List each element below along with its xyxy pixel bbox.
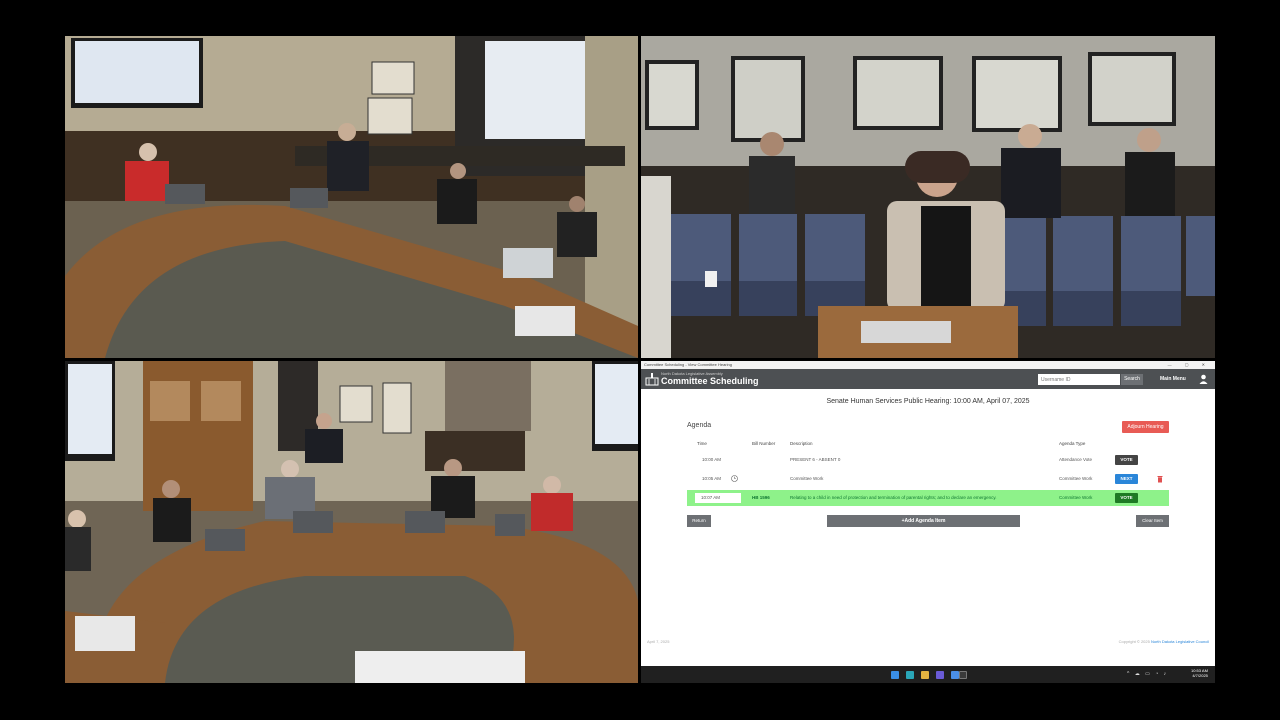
agenda-bill-number[interactable]: HB 1596 xyxy=(752,495,770,500)
camera-feed-committee-room-right xyxy=(65,361,638,683)
column-header-bill-number: Bill Number xyxy=(752,441,776,446)
browser-window-title: Committee Scheduling - View Committee He… xyxy=(644,362,732,367)
agenda-time-input[interactable]: 10:07 AM xyxy=(695,493,741,503)
agenda-description: Committee Work xyxy=(790,476,824,481)
agenda-type: Committee Work xyxy=(1059,495,1093,500)
hearing-title: Senate Human Services Public Hearing: 10… xyxy=(826,398,1030,405)
app-icon[interactable] xyxy=(951,671,959,679)
agenda-row[interactable]: 10:00 AM PRESENT 6 - ABSENT 0 Attendance… xyxy=(687,452,1169,468)
column-header-time: Time xyxy=(697,441,707,446)
window-controls[interactable]: — ▢ ✕ xyxy=(1168,361,1211,369)
edge-browser-icon[interactable] xyxy=(906,671,914,679)
shared-screen-committee-scheduling: Committee Scheduling - View Committee He… xyxy=(641,361,1215,683)
user-icon[interactable] xyxy=(1199,374,1208,384)
vote-button[interactable]: VOTE xyxy=(1115,493,1138,503)
vote-button[interactable]: VOTE xyxy=(1115,455,1138,465)
app-header: North Dakota Legislative Assembly Commit… xyxy=(641,369,1215,389)
legislative-council-link[interactable]: North Dakota Legislative Council xyxy=(1151,639,1209,644)
agenda-heading: Agenda xyxy=(687,422,712,429)
return-button[interactable]: Return xyxy=(687,515,711,527)
taskbar-date: 4/7/2025 xyxy=(1192,673,1208,678)
agenda-description: PRESENT 6 - ABSENT 0 xyxy=(790,457,841,462)
clear-item-button[interactable]: Clear Item xyxy=(1136,515,1169,527)
app-title[interactable]: Committee Scheduling xyxy=(661,376,759,386)
windows-taskbar: ^ ☁ ▭ ◔ ♪ 10:53 AM 4/7/2025 xyxy=(641,666,1215,683)
next-button[interactable]: NEXT xyxy=(1115,474,1138,484)
teams-icon[interactable] xyxy=(936,671,944,679)
start-icon[interactable] xyxy=(891,671,899,679)
search-button[interactable]: Search xyxy=(1121,374,1143,385)
file-explorer-icon[interactable] xyxy=(921,671,929,679)
committee-room-left-scene xyxy=(65,36,638,358)
system-tray-icons[interactable]: ^ ☁ ▭ ◔ ♪ xyxy=(1127,671,1168,677)
taskbar-clock[interactable]: 10:53 AM 4/7/2025 xyxy=(1191,668,1208,678)
open-window-icon[interactable] xyxy=(959,671,967,679)
column-header-description: Description xyxy=(790,441,813,446)
search-input[interactable] xyxy=(1038,374,1120,385)
agenda-type: Attendance Vote xyxy=(1059,457,1093,462)
add-agenda-item-button[interactable]: +Add Agenda Item xyxy=(827,515,1020,527)
footer-copyright: Copyright © 2025 North Dakota Legislativ… xyxy=(1119,639,1209,644)
camera-feed-witness-podium xyxy=(641,36,1215,358)
agenda-time[interactable]: 10:05 AM xyxy=(702,476,721,481)
adjourn-hearing-button[interactable]: Adjourn Hearing xyxy=(1122,421,1169,433)
agenda-row-active[interactable]: 10:07 AM HB 1596 Relating to a child in … xyxy=(687,490,1169,506)
footer-date: April 7, 2025 xyxy=(647,639,670,644)
capitol-logo-icon xyxy=(645,373,659,386)
clock-icon[interactable] xyxy=(731,475,738,482)
main-menu-link[interactable]: Main Menu xyxy=(1160,376,1186,382)
agenda-time[interactable]: 10:00 AM xyxy=(702,457,721,462)
camera-feed-committee-room-left xyxy=(65,36,638,358)
column-header-agenda-type: Agenda Type xyxy=(1059,441,1086,446)
committee-room-right-scene xyxy=(65,361,638,683)
agenda-type: Committee Work xyxy=(1059,476,1093,481)
agenda-description: Relating to a child in need of protectio… xyxy=(790,495,997,500)
browser-title-bar: Committee Scheduling - View Committee He… xyxy=(641,361,1215,369)
copyright-text: Copyright © 2025 xyxy=(1118,639,1150,644)
witness-podium-scene xyxy=(641,36,1215,358)
trash-icon[interactable] xyxy=(1157,475,1163,483)
agenda-row[interactable]: 10:05 AM Committee Work Committee Work N… xyxy=(687,471,1169,487)
